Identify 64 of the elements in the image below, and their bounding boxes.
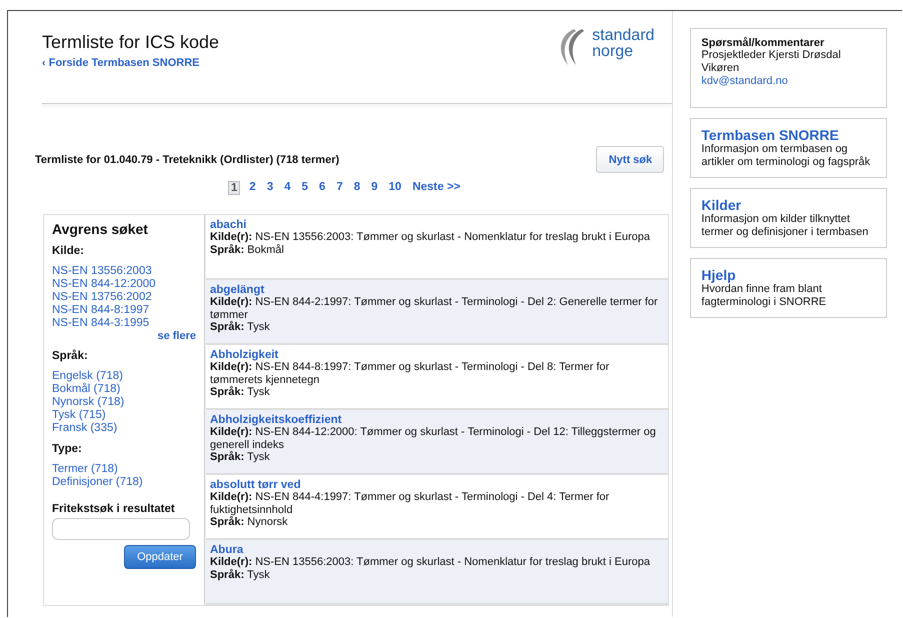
language-text: Språk: Tysk xyxy=(210,568,270,581)
filter-link[interactable]: NS-EN 13756:2002 xyxy=(52,291,152,304)
filter-link[interactable]: Tysk (715) xyxy=(52,409,106,422)
page-link[interactable]: 10 xyxy=(386,181,404,195)
source-text: Kilde(r): NS-EN 13556:2003: Tømmer og skurlast - Nomenklatur for treslag brukt i Europa xyxy=(210,231,650,244)
page-link[interactable]: 4 xyxy=(282,181,293,195)
filter-link[interactable]: Nynorsk (718) xyxy=(52,396,124,409)
page-link[interactable]: 9 xyxy=(369,181,380,195)
page-link[interactable]: 2 xyxy=(247,181,258,195)
term-link[interactable]: absolutt tørr ved xyxy=(210,479,301,491)
filter-link[interactable]: NS-EN 844-3:1995 xyxy=(52,317,150,330)
next-link[interactable]: Neste >> xyxy=(410,181,462,195)
page-link[interactable]: 7 xyxy=(334,181,345,195)
page-link[interactable]: 3 xyxy=(264,181,276,195)
filter-title: Avgrens søket xyxy=(52,221,149,237)
language-text: Språk: Bokmål xyxy=(210,244,284,256)
page-link[interactable]: 8 xyxy=(352,181,362,195)
filter-link[interactable]: Fransk (335) xyxy=(52,422,118,435)
back-link[interactable]: ‹ Forside Termbasen SNORRE xyxy=(42,57,200,69)
logo[interactable]: standard norge xyxy=(552,27,654,103)
language-text: Språk: Tysk xyxy=(210,451,270,464)
update-button[interactable]: Oppdater xyxy=(124,545,196,569)
filter-heading: Type: xyxy=(52,443,83,455)
page-link[interactable]: 6 xyxy=(317,181,328,195)
filter-link[interactable]: Bokmål (718) xyxy=(52,383,120,396)
source-text: Kilde(r): NS-EN 844-8:1997: Tømmer og skurlast - Terminologi - Del 8: Termer for tømmerets kjennetegn xyxy=(210,361,610,386)
filter-heading: Språk: xyxy=(52,350,89,362)
card-link[interactable]: Hjelp xyxy=(701,267,736,283)
filter-link[interactable]: Engelsk (718) xyxy=(52,370,123,383)
filter-link[interactable]: NS-EN 844-12:2000 xyxy=(52,278,156,291)
language-text: Språk: Tysk xyxy=(210,386,270,398)
term-link[interactable]: abachi xyxy=(210,219,246,231)
card-text: Hvordan finne fram blant fagterminologi i SNORRE xyxy=(701,283,828,309)
language-text: Språk: Nynorsk xyxy=(210,516,288,528)
source-text: Kilde(r): NS-EN 844-2:1997: Tømmer og skurlast - Terminologi - Del 2: Generelle termer for tømmer xyxy=(210,296,659,321)
filter-link[interactable]: Definisjoner (718) xyxy=(52,476,143,489)
logo-text: standard xyxy=(592,28,654,44)
result-heading: Termliste for 01.040.79 - Treteknikk (Ordlister) (718 termer) xyxy=(35,154,340,166)
filter-heading: Kilde: xyxy=(52,245,85,257)
page-title: Termliste for ICS kode xyxy=(42,32,220,53)
email-link[interactable]: kdv@standard.no xyxy=(701,75,788,87)
card-text: Prosjektleder Kjersti Drøsdal Vikøren xyxy=(701,49,842,75)
card-link[interactable]: Termbasen SNORRE xyxy=(701,127,839,143)
page-link[interactable]: 1 xyxy=(228,181,240,195)
page-link[interactable]: 5 xyxy=(300,181,310,195)
filter-link[interactable]: NS-EN 844-8:1997 xyxy=(52,304,150,317)
term-link[interactable]: Abholzigkeit xyxy=(210,349,278,361)
language-text: Språk: Tysk xyxy=(210,321,270,334)
card-title: Spørsmål/kommentarer xyxy=(701,37,824,49)
term-link[interactable]: Abura xyxy=(210,544,244,556)
card-link[interactable]: Kilder xyxy=(701,197,742,213)
see-more-link[interactable]: se flere xyxy=(157,330,196,342)
search-label: Fritekstsøk i resultatet xyxy=(52,503,176,515)
logo-text: norge xyxy=(592,44,634,60)
source-text: Kilde(r): NS-EN 13556:2003: Tømmer og skurlast - Nomenklatur for treslag brukt i Europa xyxy=(210,556,650,568)
source-text: Kilde(r): NS-EN 844-4:1997: Tømmer og skurlast - Terminologi - Del 4: Termer for fuktighetsinnhold xyxy=(210,491,610,516)
new-search-button[interactable]: Nytt søk xyxy=(596,146,664,173)
card-text: Informasjon om termbasen og artikler om terminologi og fagspråk xyxy=(701,143,872,169)
filter-link[interactable]: Termer (718) xyxy=(52,463,118,476)
source-text: Kilde(r): NS-EN 844-12:2000: Tømmer og skurlast - Terminologi - Del 12: Tilleggstermer og generell indeks xyxy=(210,426,657,451)
filter-link[interactable]: NS-EN 13556:2003 xyxy=(52,265,152,278)
term-link[interactable]: abgelängt xyxy=(210,284,264,296)
card-text: Informasjon om kilder tilknyttet termer og definisjoner i termbasen xyxy=(701,213,870,239)
term-link[interactable]: Abholzigkeitskoeffizient xyxy=(210,414,342,426)
